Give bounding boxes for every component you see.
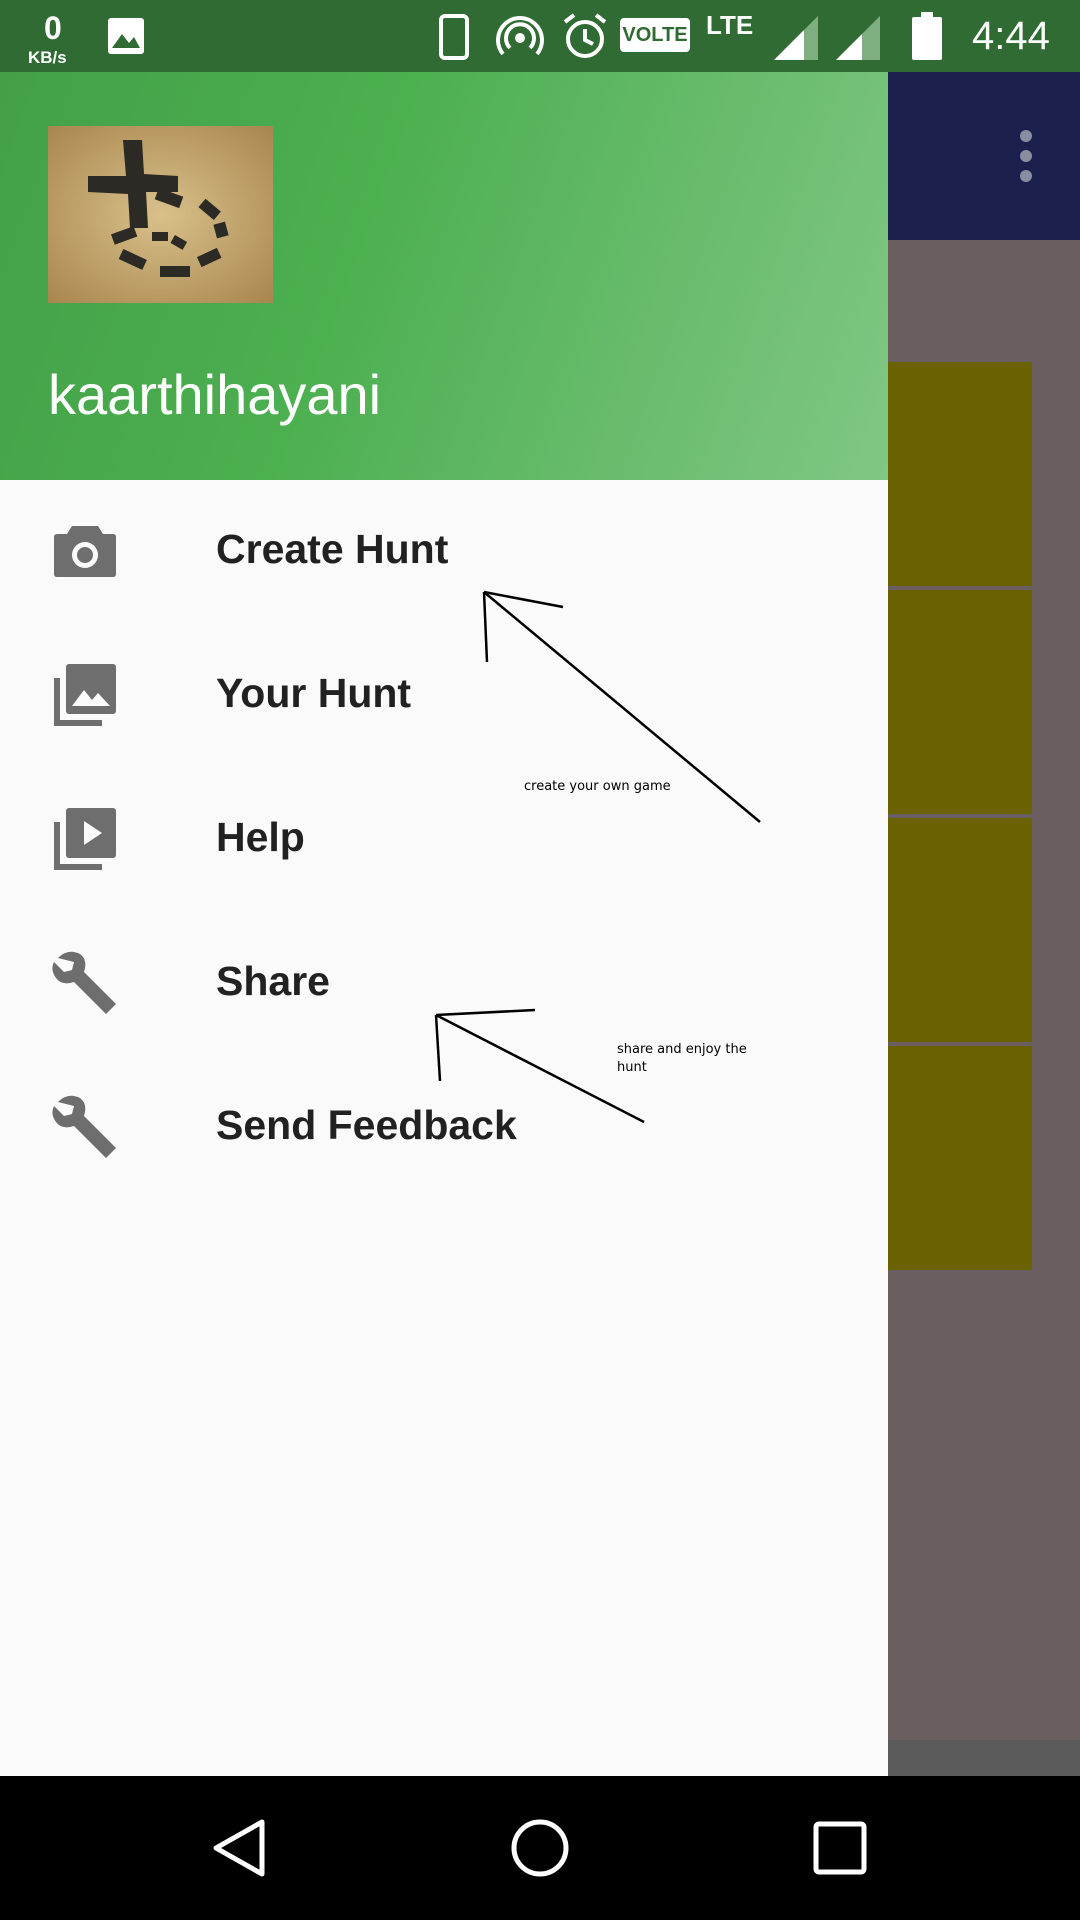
system-nav-bar <box>0 1776 1080 1920</box>
app-tile[interactable] <box>888 590 1032 814</box>
battery-icon <box>912 12 942 60</box>
network-speed-value: 0 <box>44 10 62 46</box>
annotation-share-line: hunt <box>617 1060 647 1075</box>
hotspot-icon <box>496 16 544 56</box>
annotation-share-note: share and enjoy the hunt <box>617 1041 747 1077</box>
app-tile[interactable] <box>888 1046 1032 1270</box>
phone-icon <box>439 14 469 60</box>
recents-icon[interactable] <box>808 1816 872 1880</box>
back-icon[interactable] <box>208 1816 272 1880</box>
annotation-create-note: create your own game <box>524 779 671 794</box>
volte-badge: VOLTE <box>620 18 690 52</box>
status-bar: 0 KB/s VOLTE LTE 4:44 <box>0 0 1080 72</box>
home-icon[interactable] <box>508 1816 572 1880</box>
lte-label: LTE <box>706 10 754 40</box>
signal-icon <box>836 16 880 60</box>
navigation-drawer: kaarthihayani Create Hunt Your Hunt Help… <box>0 72 888 1776</box>
alarm-icon <box>563 13 607 58</box>
image-icon <box>108 18 144 54</box>
annotation-share-line: share and enjoy the <box>617 1042 747 1057</box>
network-speed-unit: KB/s <box>28 48 67 67</box>
status-time: 4:44 <box>972 14 1050 58</box>
signal-icon <box>774 16 818 60</box>
app-tile[interactable] <box>888 362 1032 586</box>
annotation-arrow-create <box>434 590 761 1124</box>
app-tile[interactable] <box>888 818 1032 1042</box>
overflow-menu-icon[interactable] <box>1020 130 1032 182</box>
